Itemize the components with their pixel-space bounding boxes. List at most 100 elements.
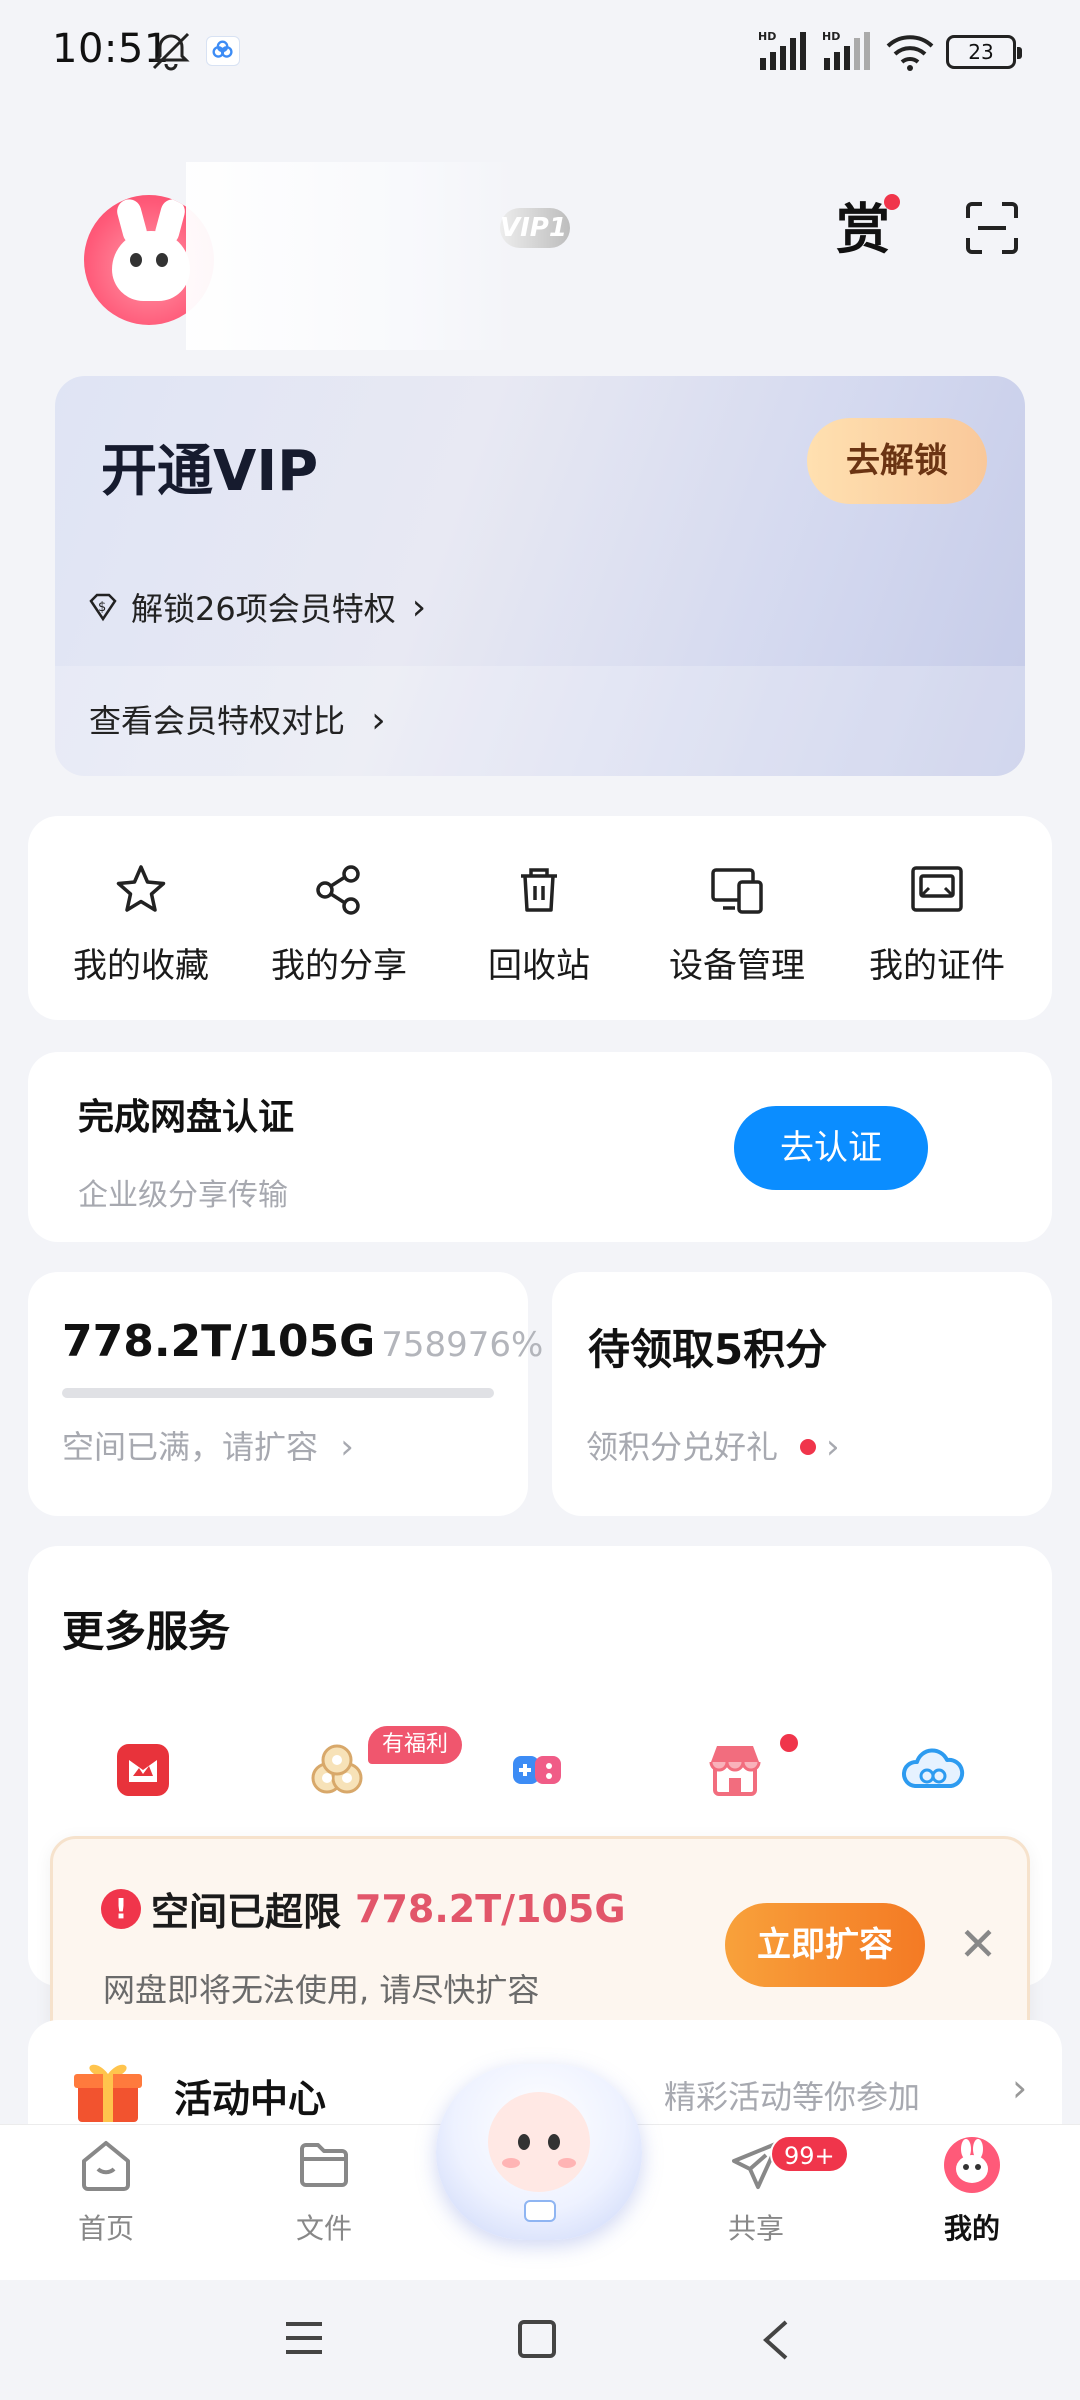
battery-indicator: 23 (946, 35, 1022, 69)
redeem-points-link[interactable]: 领积分兑好礼 › (586, 1422, 840, 1468)
chevron-right-icon: › (371, 700, 386, 741)
status-bar: 10:51 HD HD 23 (0, 0, 1080, 100)
system-navigation-bar (0, 2280, 1080, 2400)
share-icon (316, 865, 360, 915)
expand-now-button[interactable]: 立即扩容 (725, 1903, 925, 1987)
gift-icon (74, 2064, 142, 2122)
chevron-right-icon: › (411, 586, 427, 628)
svg-text:$: $ (98, 600, 106, 615)
recent-apps-icon[interactable] (284, 2320, 324, 2356)
mascot-face (488, 2092, 590, 2192)
action-devices[interactable]: 设备管理 (652, 862, 822, 987)
action-label: 我的分享 (271, 946, 407, 986)
cellular-signal-icon: HD (758, 30, 806, 70)
points-title: 待领取5积分 (588, 1325, 828, 1374)
reward-icon[interactable]: 赏 (836, 200, 896, 260)
vip-card[interactable]: 开通VIP 去解锁 $ 解锁26项会员特权 › 查看会员特权对比 › (55, 376, 1025, 776)
redeem-points-text: 领积分兑好礼 (586, 1428, 779, 1466)
notification-dot (780, 1734, 798, 1752)
coins-icon (311, 1744, 363, 1794)
mute-icon (152, 32, 190, 71)
chevron-right-icon: › (1012, 2066, 1028, 2110)
svg-text:HD: HD (822, 30, 840, 43)
close-icon[interactable]: ✕ (953, 1919, 1003, 1969)
storage-overflow-alert: ! 空间已超限 778.2T/105G 网盘即将无法使用, 请尽快扩容 立即扩容… (50, 1836, 1030, 2046)
vip-privilege-text: 解锁26项会员特权 (131, 590, 396, 628)
mascot-eye (548, 2134, 560, 2150)
ai-assistant-button[interactable] (436, 2064, 642, 2240)
share-count-badge: 99+ (770, 2135, 849, 2173)
activity-title: 活动中心 (174, 2077, 327, 2121)
storage-progress-fill (62, 1388, 494, 1398)
verify-button[interactable]: 去认证 (734, 1106, 928, 1190)
services-title: 更多服务 (62, 1607, 231, 1656)
star-icon (116, 865, 166, 912)
verify-card: 完成网盘认证 企业级分享传输 去认证 (28, 1052, 1052, 1242)
cloud-icon (902, 1748, 965, 1788)
vip-compare-link[interactable]: 查看会员特权对比 › (55, 666, 1025, 776)
mascot-eye (518, 2134, 530, 2150)
notification-dot (800, 1439, 817, 1455)
nav-label: 共享 (727, 2212, 784, 2245)
points-card[interactable]: 待领取5积分 领积分兑好礼 › (552, 1272, 1052, 1516)
user-name-blurred (186, 162, 516, 350)
action-label: 我的收藏 (73, 946, 209, 986)
nav-me[interactable]: 我的 (902, 2135, 1042, 2247)
home-button-icon[interactable] (518, 2320, 556, 2358)
mascot-blush (558, 2158, 576, 2168)
storage-percent: 758976% (381, 1325, 544, 1365)
cellular-signal-2-icon: HD (822, 30, 870, 70)
wallet-icon (117, 1744, 169, 1796)
scan-icon[interactable] (962, 198, 1022, 258)
notification-dot (884, 194, 900, 210)
action-label: 回收站 (488, 946, 590, 986)
nav-home[interactable]: 首页 (36, 2135, 176, 2247)
svg-text:HD: HD (758, 30, 776, 43)
folder-icon (300, 2143, 348, 2187)
expand-storage-text: 空间已满，请扩容 (62, 1428, 319, 1466)
alert-title: 空间已超限 (151, 1890, 342, 1934)
storage-card[interactable]: 778.2T/105G 758976% 空间已满，请扩容 › (28, 1272, 543, 1516)
vip-privilege-link[interactable]: $ 解锁26项会员特权 › (85, 584, 426, 630)
back-icon[interactable] (756, 2318, 796, 2362)
storage-progress-bar (62, 1388, 494, 1398)
alert-subtitle: 网盘即将无法使用, 请尽快扩容 (103, 1971, 540, 2009)
action-id-cards[interactable]: 我的证件 (852, 862, 1022, 987)
action-label: 我的证件 (869, 946, 1005, 986)
storage-usage: 778.2T/105G 758976% (62, 1316, 543, 1367)
activity-subtitle: 精彩活动等你参加 (664, 2078, 921, 2116)
wifi-icon (886, 35, 934, 71)
nav-label: 文件 (295, 2212, 352, 2245)
vip-level-tag: VIP1 (500, 208, 570, 248)
me-avatar-icon (944, 2137, 1000, 2193)
vip-compare-text: 查看会员特权对比 (89, 702, 346, 740)
vip-title: 开通VIP (101, 439, 319, 504)
action-favorites[interactable]: 我的收藏 (56, 862, 226, 987)
verify-title: 完成网盘认证 (78, 1097, 295, 1138)
gamepad-icon (513, 1756, 561, 1784)
chevron-right-icon: › (340, 1427, 354, 1467)
cloud-app-status-icon (206, 36, 240, 66)
chevron-right-icon: › (826, 1427, 840, 1467)
diamond-coin-icon: $ (89, 593, 117, 622)
action-share[interactable]: 我的分享 (254, 862, 424, 987)
store-icon (709, 1746, 761, 1796)
unlock-vip-button[interactable]: 去解锁 (807, 418, 987, 504)
nav-label: 首页 (77, 2212, 134, 2245)
quick-actions-card: 我的收藏 我的分享 回收站 设备管理 我的证件 (28, 816, 1052, 1020)
alert-amount: 778.2T/105G (355, 1886, 626, 1931)
cloud-logo-icon (524, 2200, 556, 2222)
id-card-icon (911, 866, 963, 912)
home-icon (82, 2141, 130, 2191)
verify-subtitle: 企业级分享传输 (78, 1178, 288, 1213)
nav-label: 我的 (943, 2212, 1000, 2245)
warning-icon: ! (101, 1888, 141, 1929)
mascot-blush (502, 2158, 520, 2168)
trash-icon (521, 868, 557, 912)
nav-files[interactable]: 文件 (254, 2135, 394, 2247)
expand-storage-link[interactable]: 空间已满，请扩容 › (62, 1422, 354, 1468)
storage-used: 778.2T/105G (62, 1316, 376, 1367)
devices-icon (711, 868, 763, 914)
action-recycle-bin[interactable]: 回收站 (454, 862, 624, 987)
alert-title-row: ! 空间已超限 778.2T/105G (101, 1881, 626, 1936)
